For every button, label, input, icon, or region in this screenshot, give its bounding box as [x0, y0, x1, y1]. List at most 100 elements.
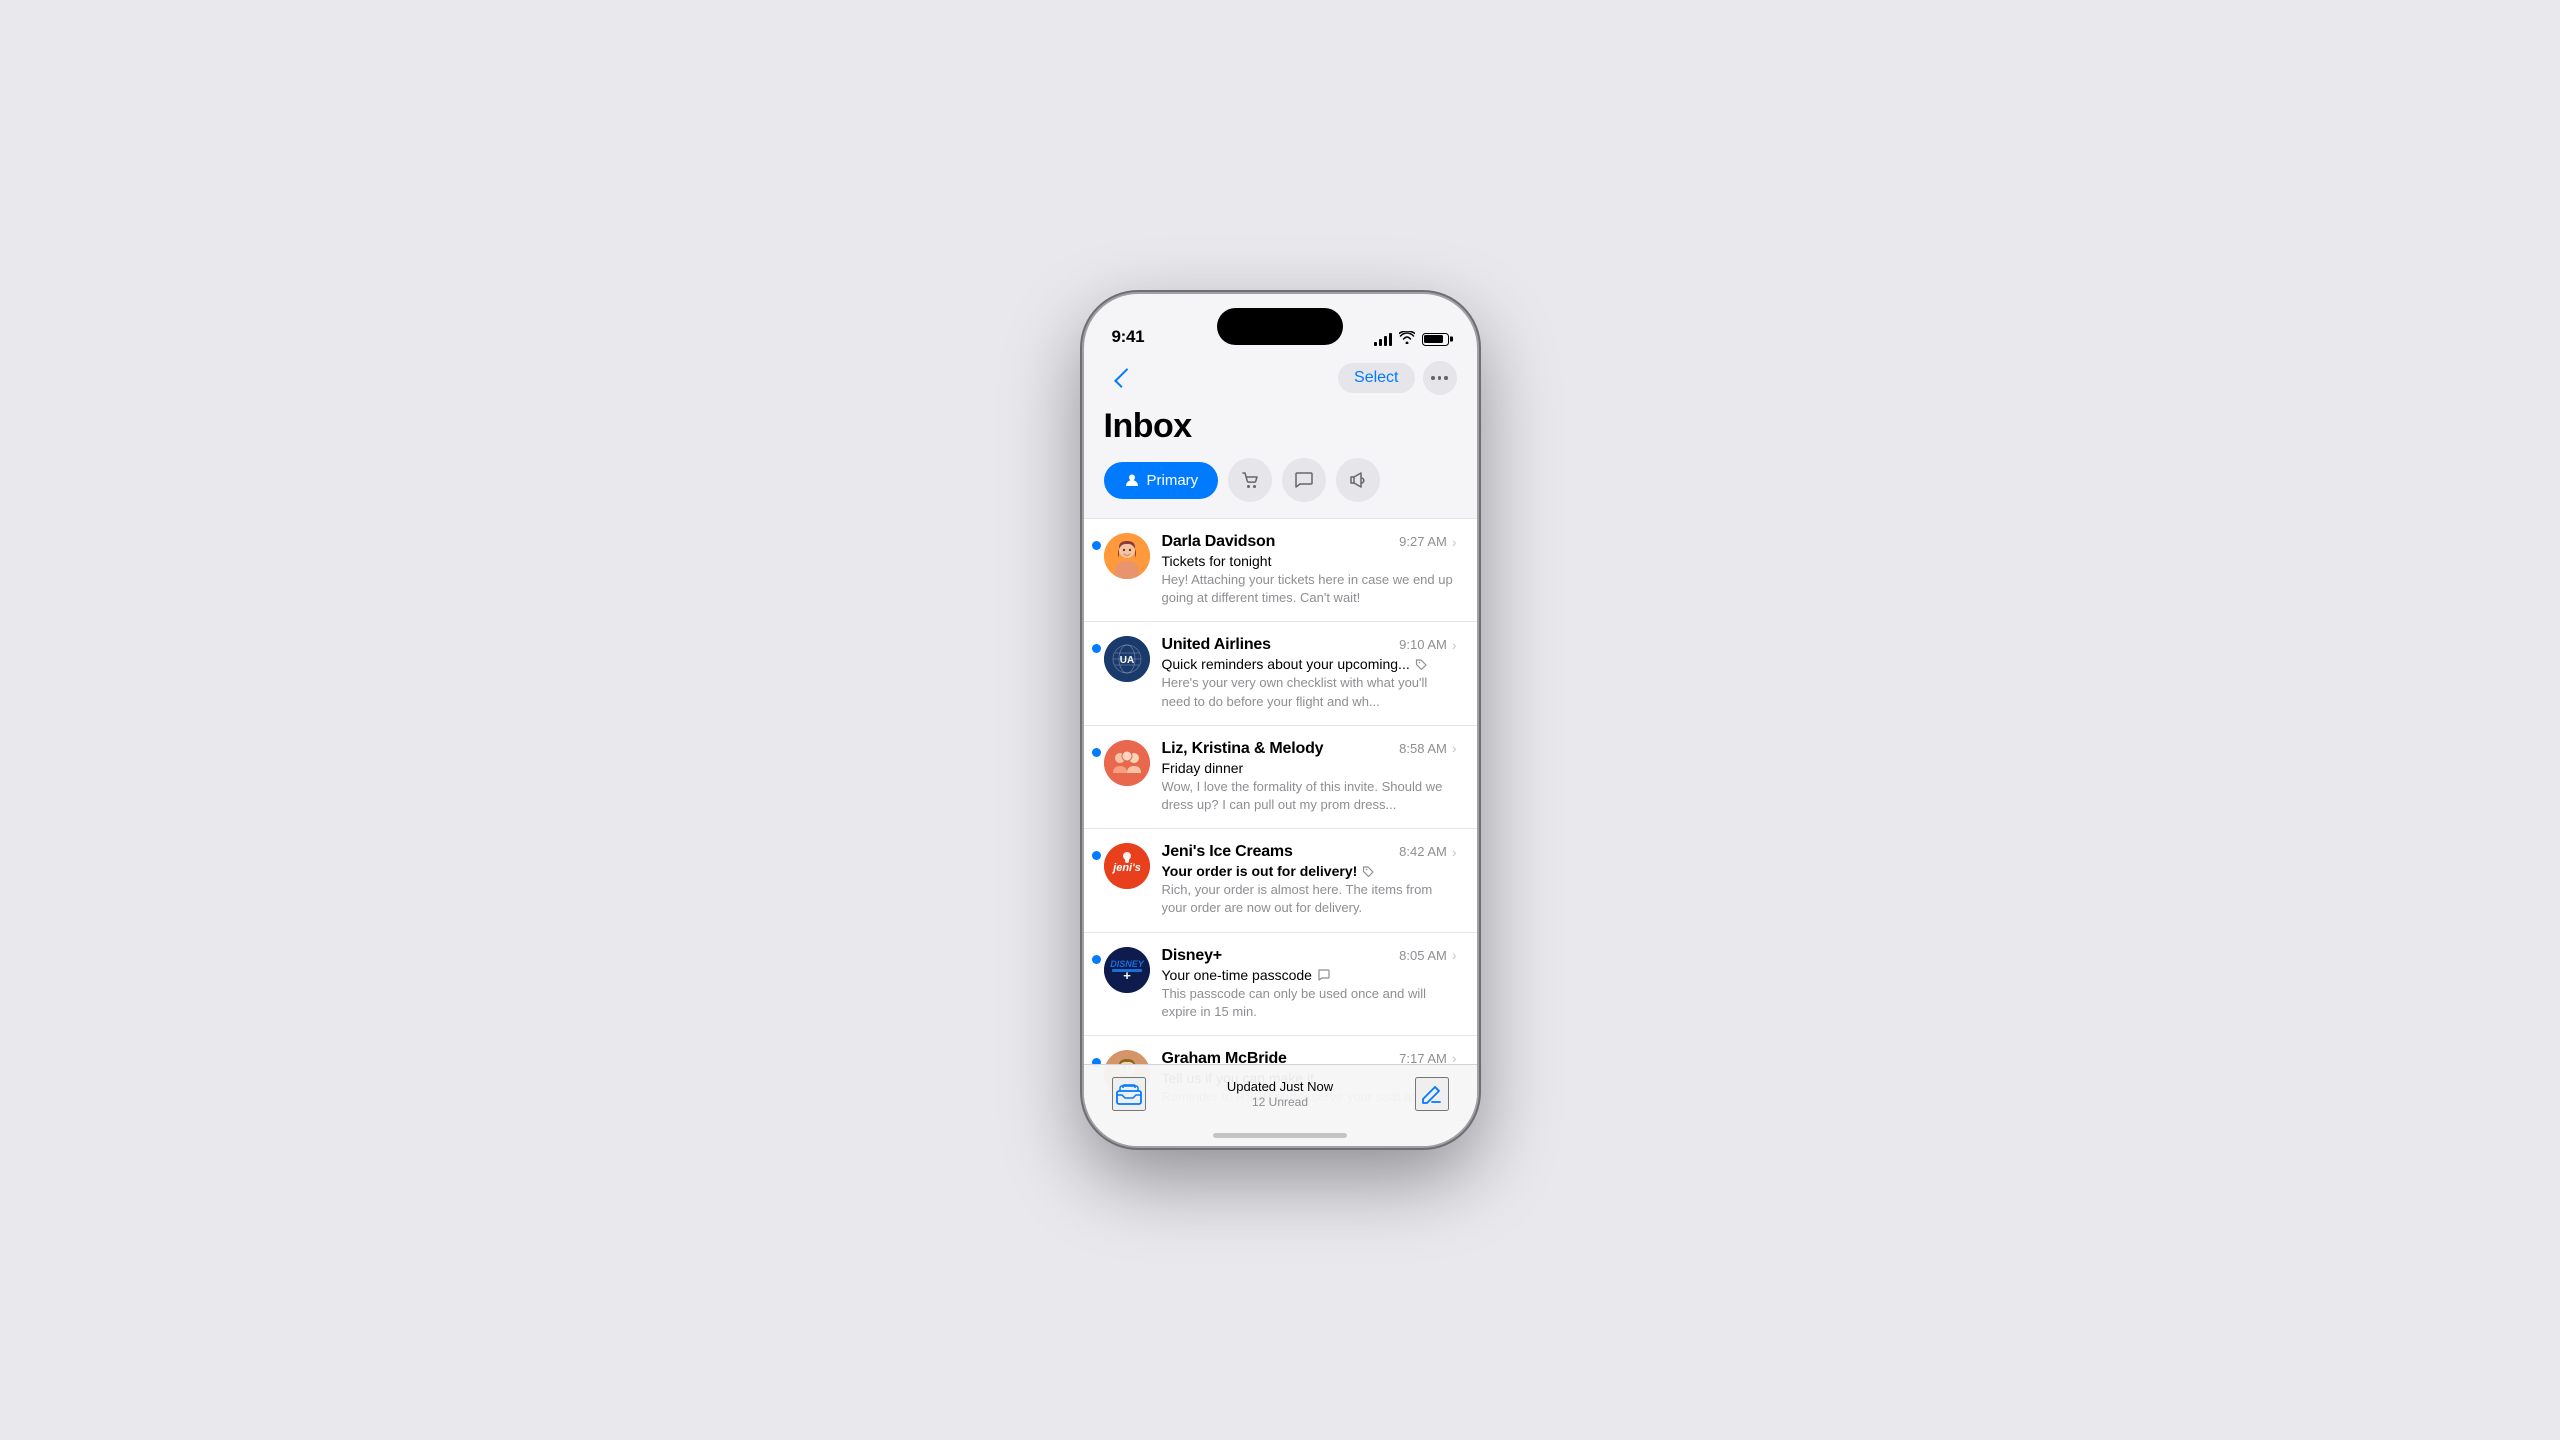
email-sender-5: Disney+: [1162, 947, 1222, 965]
unread-dot-4: [1092, 851, 1101, 860]
email-meta-5: 8:05 AM ›: [1399, 947, 1456, 963]
email-header-4: Jeni's Ice Creams 8:42 AM ›: [1162, 843, 1457, 861]
email-list: Darla Davidson 9:27 AM › Tickets for ton…: [1084, 518, 1477, 1121]
select-button[interactable]: Select: [1338, 363, 1414, 393]
email-item-1[interactable]: Darla Davidson 9:27 AM › Tickets for ton…: [1084, 518, 1477, 622]
email-time-1: 9:27 AM: [1399, 534, 1447, 549]
email-time-2: 9:10 AM: [1399, 637, 1447, 652]
person-icon: [1124, 472, 1140, 488]
email-subject-4: Your order is out for delivery!: [1162, 863, 1457, 879]
email-header-3: Liz, Kristina & Melody 8:58 AM ›: [1162, 740, 1457, 758]
email-meta-4: 8:42 AM ›: [1399, 844, 1456, 860]
battery-icon: [1422, 333, 1449, 346]
back-chevron-icon: [1114, 368, 1134, 388]
bubble-icon: [1294, 470, 1314, 490]
email-content-3: Liz, Kristina & Melody 8:58 AM › Friday …: [1162, 740, 1457, 814]
unread-dot-5: [1092, 955, 1101, 964]
email-item-3[interactable]: Liz, Kristina & Melody 8:58 AM › Friday …: [1084, 726, 1477, 829]
status-icons: [1374, 331, 1449, 347]
avatar-jenis: jeni's: [1104, 843, 1150, 889]
compose-icon: [1420, 1082, 1444, 1106]
email-time-5: 8:05 AM: [1399, 948, 1447, 963]
inbox-title: Inbox: [1084, 403, 1477, 458]
chevron-right-icon-1: ›: [1452, 534, 1457, 550]
svg-text:jeni's: jeni's: [1111, 862, 1141, 874]
chevron-right-icon-4: ›: [1452, 844, 1457, 860]
email-header-1: Darla Davidson 9:27 AM ›: [1162, 533, 1457, 551]
email-meta-1: 9:27 AM ›: [1399, 534, 1456, 550]
email-subject-5: Your one-time passcode: [1162, 967, 1457, 983]
mailboxes-icon: [1116, 1083, 1142, 1105]
tab-primary[interactable]: Primary: [1104, 462, 1219, 499]
unread-dot-2: [1092, 644, 1101, 653]
email-subject-1: Tickets for tonight: [1162, 553, 1457, 569]
email-header-5: Disney+ 8:05 AM ›: [1162, 947, 1457, 965]
more-button[interactable]: [1423, 361, 1457, 395]
svg-text:+: +: [1123, 968, 1131, 983]
back-button[interactable]: [1104, 361, 1138, 395]
email-content-5: Disney+ 8:05 AM › Your one-time passcode…: [1162, 947, 1457, 1021]
email-content-1: Darla Davidson 9:27 AM › Tickets for ton…: [1162, 533, 1457, 607]
main-content: Select Inbox Primary: [1084, 353, 1477, 1146]
more-dot-2: [1438, 376, 1442, 380]
avatar-group: [1104, 740, 1150, 786]
signal-bars-icon: [1374, 333, 1392, 346]
email-preview-5: This passcode can only be used once and …: [1162, 985, 1457, 1021]
email-subject-3: Friday dinner: [1162, 760, 1457, 776]
email-preview-3: Wow, I love the formality of this invite…: [1162, 778, 1457, 814]
compose-button[interactable]: [1415, 1077, 1449, 1111]
email-time-4: 8:42 AM: [1399, 844, 1447, 859]
filter-tabs: Primary: [1084, 458, 1477, 518]
tab-shopping[interactable]: [1228, 458, 1272, 502]
email-content-4: Jeni's Ice Creams 8:42 AM › Your order i…: [1162, 843, 1457, 917]
tab-updates[interactable]: [1336, 458, 1380, 502]
chevron-right-icon-2: ›: [1452, 637, 1457, 653]
update-status-text: Updated Just Now: [1146, 1079, 1415, 1094]
chevron-right-icon-5: ›: [1452, 947, 1457, 963]
email-meta-3: 8:58 AM ›: [1399, 740, 1456, 756]
email-preview-1: Hey! Attaching your tickets here in case…: [1162, 571, 1457, 607]
shopping-tag-icon-2: [1415, 658, 1428, 671]
email-meta-2: 9:10 AM ›: [1399, 637, 1456, 653]
email-item-5[interactable]: DISNEY + Disney+ 8:05 AM › Your one: [1084, 933, 1477, 1036]
email-preview-2: Here's your very own checklist with what…: [1162, 674, 1457, 710]
bubble-tag-icon-5: [1317, 968, 1330, 981]
email-sender-3: Liz, Kristina & Melody: [1162, 740, 1324, 758]
group-avatar-image: [1104, 740, 1150, 786]
svg-text:UA: UA: [1119, 655, 1133, 666]
tab-social[interactable]: [1282, 458, 1326, 502]
mailboxes-button[interactable]: [1112, 1077, 1146, 1111]
unread-count-text: 12 Unread: [1146, 1095, 1415, 1109]
email-subject-2: Quick reminders about your upcoming...: [1162, 656, 1457, 672]
email-preview-4: Rich, your order is almost here. The ite…: [1162, 881, 1457, 917]
jenis-avatar-image: jeni's: [1104, 843, 1150, 889]
nav-bar: Select: [1084, 353, 1477, 403]
phone-frame: 9:41: [1084, 294, 1477, 1146]
email-time-3: 8:58 AM: [1399, 741, 1447, 756]
nav-actions: Select: [1338, 361, 1456, 395]
disney-avatar-image: DISNEY +: [1104, 947, 1150, 993]
dynamic-island: [1217, 308, 1343, 345]
tab-primary-label: Primary: [1147, 472, 1199, 489]
united-avatar-image: UA: [1104, 636, 1150, 682]
chevron-right-icon-3: ›: [1452, 740, 1457, 756]
megaphone-icon: [1348, 470, 1368, 490]
email-content-2: United Airlines 9:10 AM › Quick reminder…: [1162, 636, 1457, 710]
cart-icon: [1240, 470, 1260, 490]
avatar-darla: [1104, 533, 1150, 579]
email-header-2: United Airlines 9:10 AM ›: [1162, 636, 1457, 654]
email-sender-1: Darla Davidson: [1162, 533, 1276, 551]
shopping-tag-icon-4: [1362, 865, 1375, 878]
avatar-united: UA: [1104, 636, 1150, 682]
home-indicator: [1213, 1133, 1347, 1138]
more-dot-3: [1444, 376, 1448, 380]
unread-dot-1: [1092, 541, 1101, 550]
email-sender-2: United Airlines: [1162, 636, 1271, 654]
wifi-icon: [1399, 331, 1415, 347]
email-item-2[interactable]: UA United Airlines 9:10 AM › Quick remin…: [1084, 622, 1477, 725]
email-item-4[interactable]: jeni's Jeni's Ice Creams 8:42 AM ›: [1084, 829, 1477, 932]
avatar-disney: DISNEY +: [1104, 947, 1150, 993]
bottom-status: Updated Just Now 12 Unread: [1146, 1077, 1415, 1109]
status-time: 9:41: [1112, 327, 1145, 347]
unread-dot-3: [1092, 748, 1101, 757]
